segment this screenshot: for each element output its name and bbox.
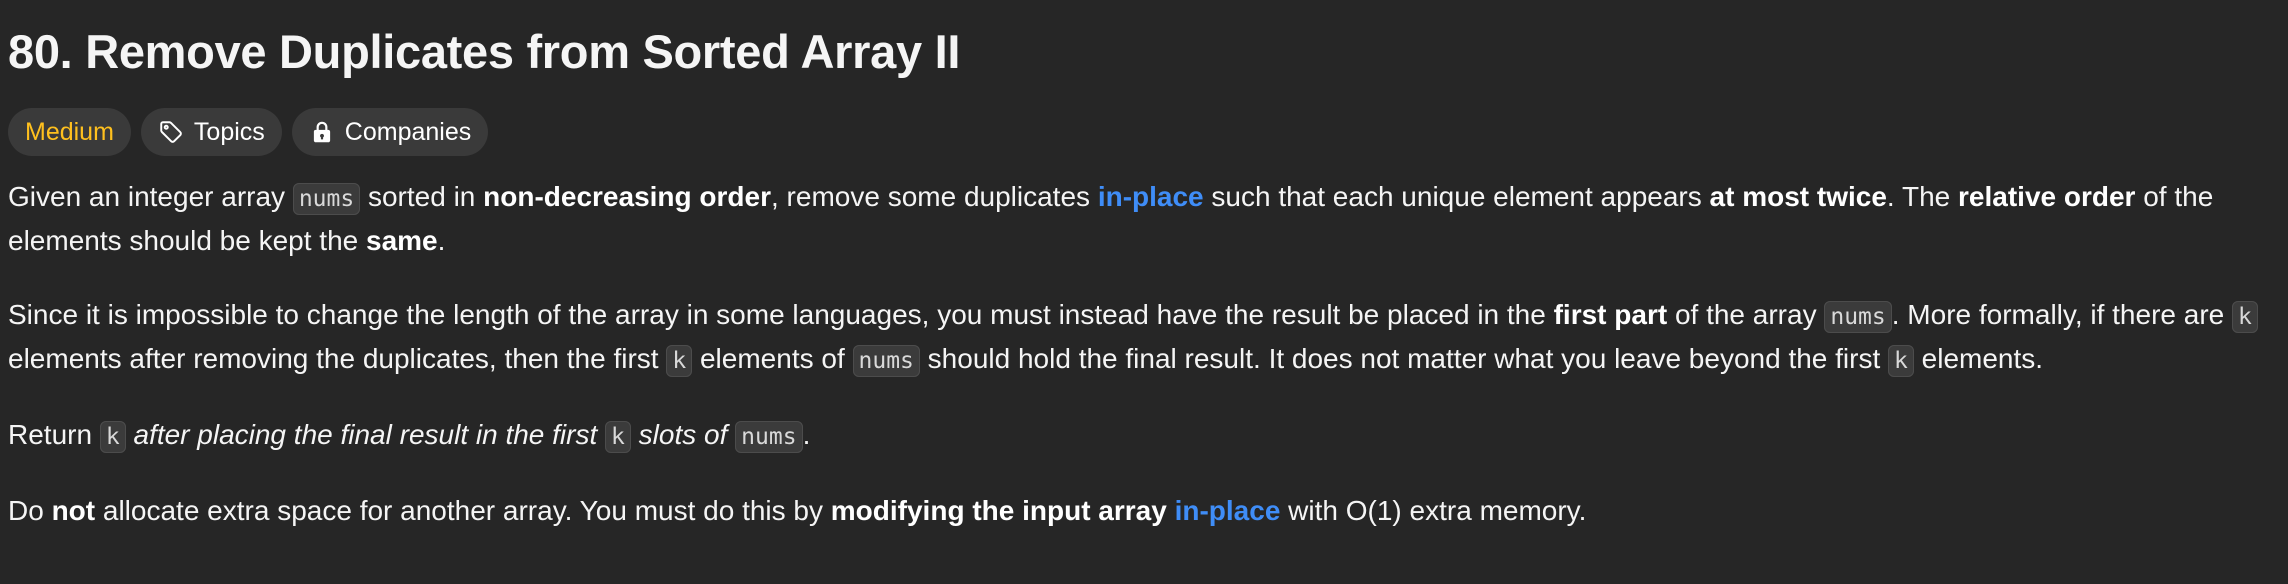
code-k: k [605, 421, 631, 453]
code-nums: nums [852, 345, 920, 377]
problem-description: Given an integer array nums sorted in no… [8, 176, 2283, 532]
text: , remove some duplicates [771, 181, 1098, 212]
text: Since it is impossible to change the len… [8, 299, 1554, 330]
text: of the array [1667, 299, 1825, 330]
text: . [437, 225, 446, 256]
difficulty-badge: Medium [8, 108, 131, 156]
bold-text: non-decreasing order [483, 181, 771, 212]
companies-label: Companies [344, 117, 472, 146]
lock-icon [309, 119, 335, 145]
text: should hold the final result. It does no… [919, 343, 1889, 374]
code-nums: nums [1824, 301, 1892, 333]
code-k: k [2232, 301, 2258, 333]
text: with O(1) extra memory. [1280, 495, 1587, 526]
text: Return [8, 419, 100, 450]
topics-label: Topics [193, 117, 265, 146]
text: Given an integer array [8, 181, 293, 212]
text: elements. [1913, 343, 2044, 374]
problem-panel: 80. Remove Duplicates from Sorted Array … [0, 0, 2288, 532]
bold-text: relative order [1958, 181, 2136, 212]
text [1167, 495, 1175, 526]
text: allocate extra space for another array. … [95, 495, 831, 526]
italic-text: slots of [630, 419, 736, 450]
text: such that each unique element appears [1203, 181, 1710, 212]
in-place-link[interactable]: in-place [1098, 181, 1204, 212]
text: . More formally, if there are [1891, 299, 2233, 330]
in-place-link[interactable]: in-place [1175, 495, 1281, 526]
companies-button[interactable]: Companies [291, 108, 489, 156]
description-paragraph-1: Given an integer array nums sorted in no… [8, 176, 2283, 262]
code-nums: nums [292, 183, 361, 215]
text: Do [8, 495, 52, 526]
text: . [802, 419, 811, 450]
description-paragraph-4: Do not allocate extra space for another … [8, 490, 2283, 532]
code-k: k [1888, 345, 1914, 377]
topics-button[interactable]: Topics [140, 108, 282, 156]
bold-text: first part [1553, 299, 1668, 330]
bold-text: not [51, 495, 96, 526]
problem-tags: Medium Topics Companies [8, 108, 2288, 156]
text: sorted in [360, 181, 484, 212]
description-paragraph-3: Return k after placing the final result … [8, 414, 2283, 458]
code-k: k [99, 421, 126, 453]
text: elements after removing the duplicates, … [8, 343, 667, 374]
code-k: k [666, 345, 693, 377]
text: elements of [692, 343, 853, 374]
bold-text: modifying the input array [830, 495, 1167, 526]
description-paragraph-2: Since it is impossible to change the len… [8, 294, 2283, 382]
text: . The [1886, 181, 1959, 212]
bold-text: at most twice [1709, 181, 1887, 212]
problem-title[interactable]: 80. Remove Duplicates from Sorted Array … [8, 18, 2288, 86]
italic-text: after placing the final result in the fi… [125, 419, 606, 450]
tag-icon [158, 119, 184, 145]
bold-text: same [366, 225, 438, 256]
code-nums: nums [735, 421, 803, 453]
